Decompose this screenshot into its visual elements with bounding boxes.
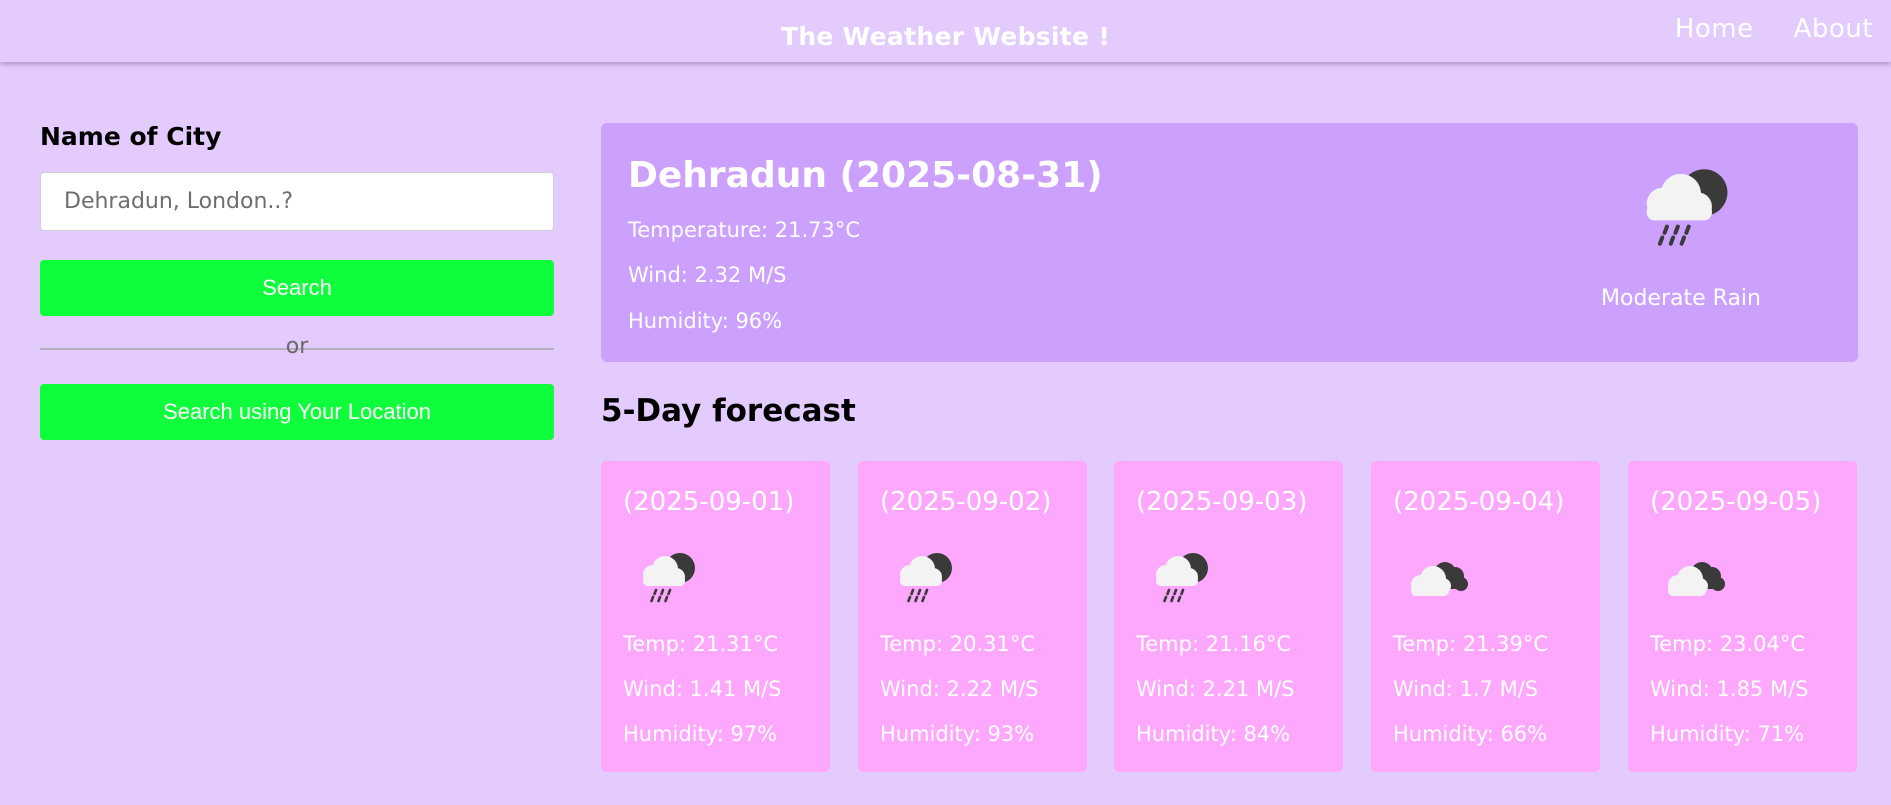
forecast-card: (2025-09-04) Temp: 21.39°C Wind: 1.7 M/S… xyxy=(1371,461,1600,772)
search-panel: Name of City Search or Search using Your… xyxy=(40,122,554,440)
forecast-card: (2025-09-01) Temp: 21.31°C Wind: 1.41 M/… xyxy=(601,461,830,772)
forecast-wind: Wind: 1.7 M/S xyxy=(1393,677,1539,701)
forecast-humidity: Humidity: 84% xyxy=(1136,722,1291,746)
nav-home-link[interactable]: Home xyxy=(1675,14,1754,44)
broken-clouds-icon xyxy=(1668,562,1725,596)
rain-cloud-night-icon xyxy=(643,553,695,603)
forecast-card: (2025-09-05) Temp: 23.04°C Wind: 1.85 M/… xyxy=(1628,461,1857,772)
top-nav: Home About xyxy=(1675,14,1873,44)
forecast-temp: Temp: 21.16°C xyxy=(1136,632,1291,656)
current-description: Moderate Rain xyxy=(1601,286,1761,311)
forecast-date: (2025-09-03) xyxy=(1136,487,1308,517)
current-wind: Wind: 2.32 M/S xyxy=(628,263,787,287)
broken-clouds-icon xyxy=(1411,562,1468,596)
forecast-humidity: Humidity: 71% xyxy=(1650,722,1805,746)
nav-about-link[interactable]: About xyxy=(1794,14,1873,44)
search-button[interactable]: Search xyxy=(40,260,554,316)
city-field-label: Name of City xyxy=(40,122,222,151)
forecast-date: (2025-09-02) xyxy=(880,487,1052,517)
rain-cloud-night-icon xyxy=(1156,553,1208,603)
current-humidity: Humidity: 96% xyxy=(628,309,783,333)
site-title: The Weather Website ! xyxy=(780,22,1111,51)
current-temperature: Temperature: 21.73°C xyxy=(628,218,861,242)
rain-cloud-night-icon xyxy=(900,553,952,603)
forecast-card: (2025-09-03) Temp: 21.16°C Wind: 2.21 M/… xyxy=(1114,461,1343,772)
forecast-wind: Wind: 2.22 M/S xyxy=(880,677,1039,701)
forecast-cards: (2025-09-01) Temp: 21.31°C Wind: 1.41 M/… xyxy=(601,461,1858,772)
forecast-humidity: Humidity: 97% xyxy=(623,722,778,746)
current-city-date: Dehradun (2025-08-31) xyxy=(628,155,1103,196)
forecast-temp: Temp: 21.31°C xyxy=(623,632,778,656)
forecast-heading: 5-Day forecast xyxy=(601,393,856,429)
forecast-date: (2025-09-04) xyxy=(1393,487,1565,517)
forecast-temp: Temp: 21.39°C xyxy=(1393,632,1548,656)
forecast-wind: Wind: 1.85 M/S xyxy=(1650,677,1809,701)
or-label: or xyxy=(285,334,309,359)
forecast-date: (2025-09-05) xyxy=(1650,487,1822,517)
forecast-humidity: Humidity: 93% xyxy=(880,722,1035,746)
forecast-date: (2025-09-01) xyxy=(623,487,795,517)
current-weather-card: Dehradun (2025-08-31) Temperature: 21.73… xyxy=(601,123,1858,362)
search-location-button[interactable]: Search using Your Location xyxy=(40,384,554,440)
rain-cloud-night-icon xyxy=(1646,169,1728,246)
forecast-card: (2025-09-02) Temp: 20.31°C Wind: 2.22 M/… xyxy=(858,461,1087,772)
forecast-humidity: Humidity: 66% xyxy=(1393,722,1548,746)
forecast-temp: Temp: 23.04°C xyxy=(1650,632,1805,656)
city-search-input[interactable] xyxy=(40,172,554,231)
forecast-wind: Wind: 1.41 M/S xyxy=(623,677,782,701)
forecast-temp: Temp: 20.31°C xyxy=(880,632,1035,656)
site-header: The Weather Website ! Home About xyxy=(0,0,1891,62)
forecast-wind: Wind: 2.21 M/S xyxy=(1136,677,1295,701)
